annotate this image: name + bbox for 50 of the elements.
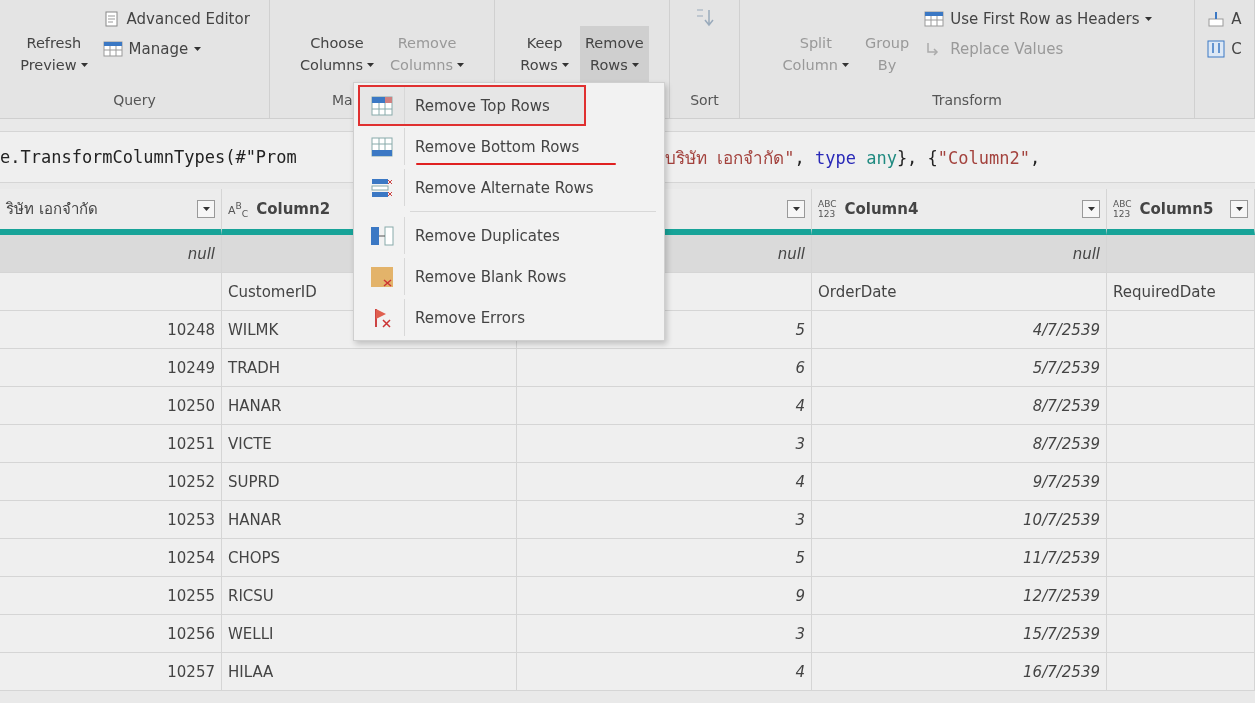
table-cell: 4 — [517, 653, 812, 691]
table-cell: 8/7/2539 — [812, 425, 1107, 463]
table-cell: null — [0, 235, 222, 273]
group-label: Query — [113, 92, 156, 108]
table-cell: 11/7/2539 — [812, 539, 1107, 577]
any-type-icon: ABC 123 — [818, 199, 837, 219]
table-cell: 4 — [517, 463, 812, 501]
table-cell: 10250 — [0, 387, 222, 425]
table-cell: RICSU — [222, 577, 517, 615]
table-cell: 10251 — [0, 425, 222, 463]
formula-text: บริษัท เอกจำกัด", type any}, {"Column2", — [665, 146, 1041, 170]
table-cell: 10253 — [0, 501, 222, 539]
group-label: Ma — [332, 92, 353, 108]
table-cell: 3 — [517, 615, 812, 653]
table-cell: 15/7/2539 — [812, 615, 1107, 653]
table-cell: SUPRD — [222, 463, 517, 501]
table-cell: null — [812, 235, 1107, 273]
table-cell: 8/7/2539 — [812, 387, 1107, 425]
group-label: Sort — [690, 92, 719, 108]
table-cell: 10257 — [0, 653, 222, 691]
table-cell: HANAR — [222, 387, 517, 425]
formula-text: e.TransformColumnTypes(#"Prom — [0, 147, 298, 167]
table-cell: RequiredDate — [1107, 273, 1255, 311]
any-type-icon: ABC 123 — [1113, 199, 1132, 219]
table-cell: 10249 — [0, 349, 222, 387]
table-cell: 5/7/2539 — [812, 349, 1107, 387]
table-cell: OrderDate — [812, 273, 1107, 311]
table-cell: HILAA — [222, 653, 517, 691]
table-cell: HANAR — [222, 501, 517, 539]
table-cell: 10255 — [0, 577, 222, 615]
table-cell: 10256 — [0, 615, 222, 653]
table-cell: 5 — [517, 539, 812, 577]
table-cell: 4 — [517, 387, 812, 425]
table-cell: 4/7/2539 — [812, 311, 1107, 349]
table-cell: 9 — [517, 577, 812, 615]
table-cell: 10254 — [0, 539, 222, 577]
table-cell: 10252 — [0, 463, 222, 501]
table-cell: 3 — [517, 425, 812, 463]
table-cell: WELLI — [222, 615, 517, 653]
table-cell: 9/7/2539 — [812, 463, 1107, 501]
table-cell: 6 — [517, 349, 812, 387]
table-cell: 10/7/2539 — [812, 501, 1107, 539]
table-cell: VICTE — [222, 425, 517, 463]
table-cell: 10248 — [0, 311, 222, 349]
table-cell: TRADH — [222, 349, 517, 387]
table-cell: 16/7/2539 — [812, 653, 1107, 691]
table-cell: CHOPS — [222, 539, 517, 577]
table-cell: 12/7/2539 — [812, 577, 1107, 615]
table-cell: 3 — [517, 501, 812, 539]
group-label: Transform — [932, 92, 1002, 108]
